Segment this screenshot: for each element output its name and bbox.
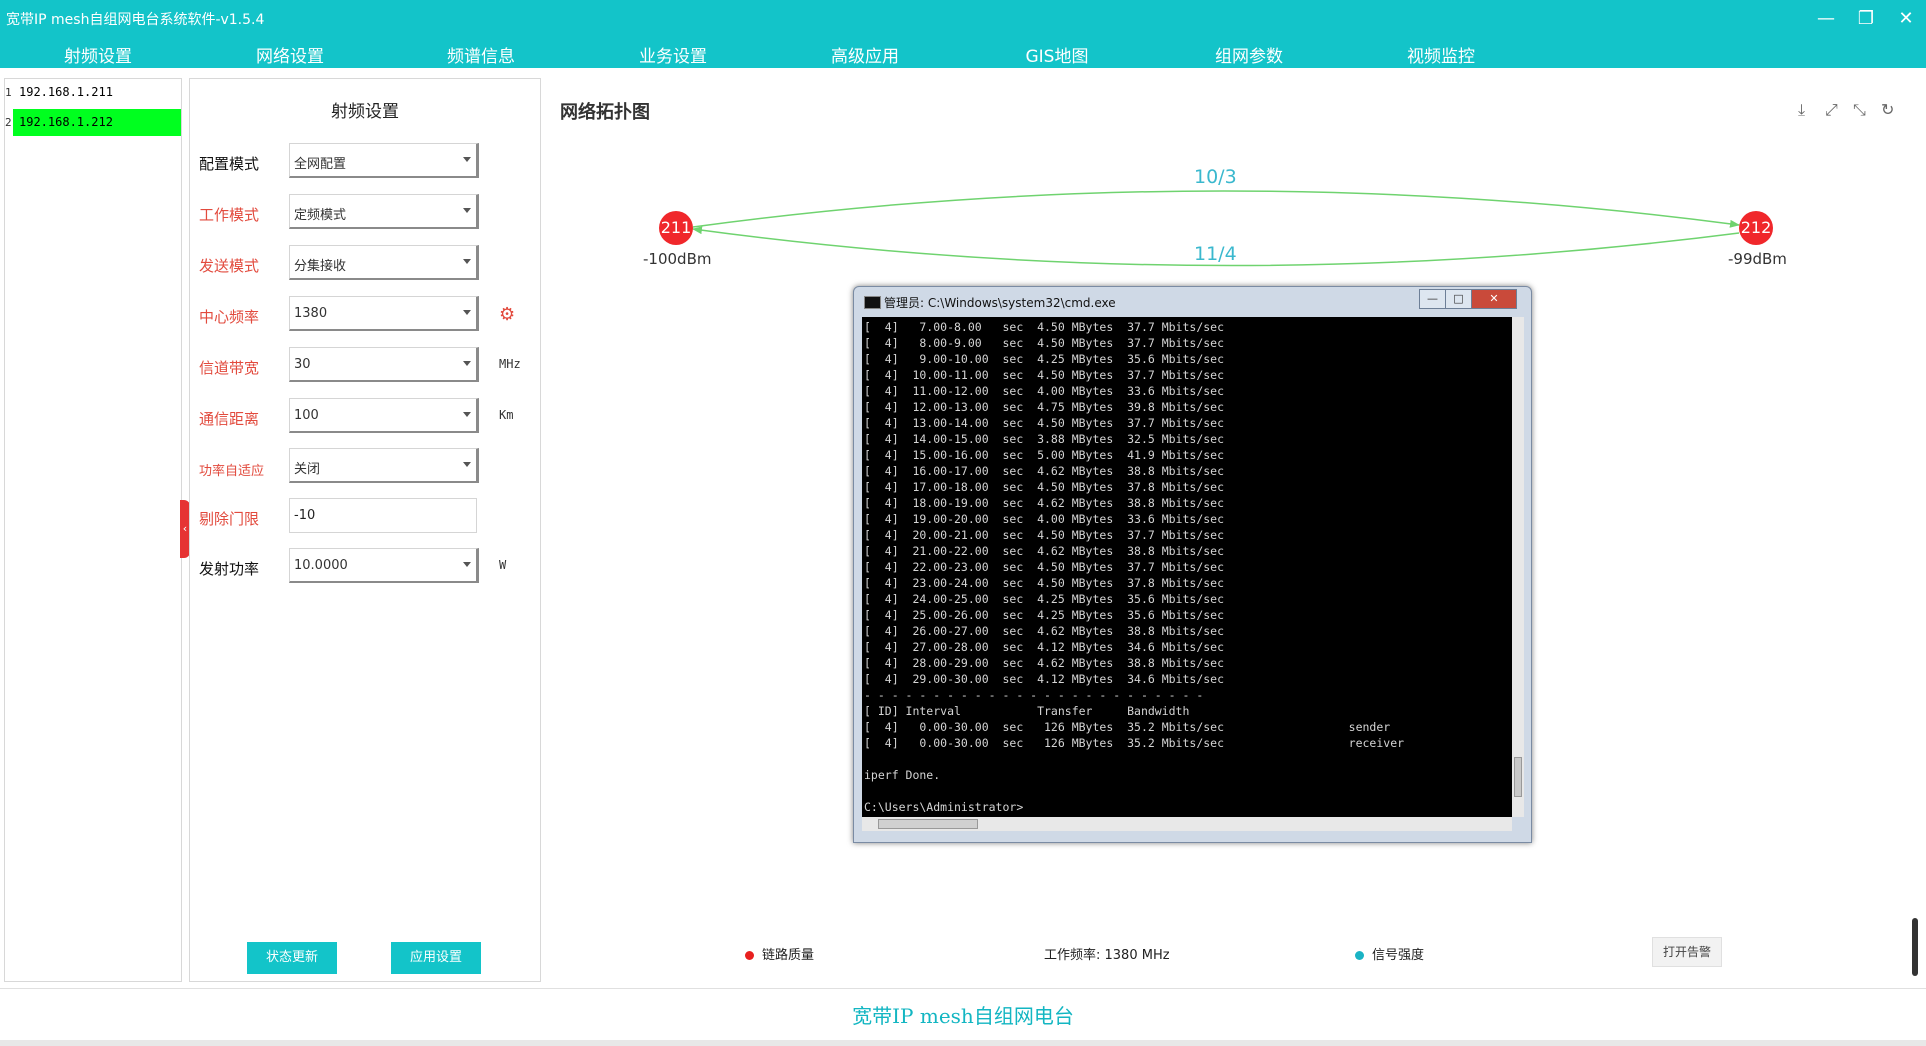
scroll-thumb[interactable] [1514, 757, 1522, 797]
cmd-output-text: [ 4] 7.00-8.00 sec 4.50 MBytes 37.7 Mbit… [864, 320, 1405, 814]
cmd-close-button[interactable]: ✕ [1471, 289, 1517, 309]
cmd-title: 管理员: C:\Windows\system32\cmd.exe [884, 296, 1116, 310]
cmd-vertical-scrollbar[interactable] [1512, 317, 1524, 817]
cmd-icon [864, 296, 881, 309]
node-211-signal: -100dBm [643, 250, 712, 268]
signal-strength-legend: 信号强度 [1355, 944, 1424, 963]
node-212-signal: -99dBm [1728, 250, 1787, 268]
legend-label: 链路质量 [762, 948, 815, 963]
node-212[interactable]: 212 [1739, 211, 1773, 245]
open-alarm-button[interactable]: 打开告警 [1652, 937, 1722, 967]
link-211-to-212 [692, 190, 1740, 228]
bottom-edge [0, 1040, 1926, 1046]
cmd-window[interactable]: 管理员: C:\Windows\system32\cmd.exe — □ ✕ [… [853, 286, 1532, 843]
page-scrollbar[interactable] [1912, 918, 1918, 976]
work-frequency: 工作频率: 1380 MHz [1044, 948, 1170, 963]
scroll-thumb[interactable] [878, 819, 978, 829]
link-label-top: 10/3 [1194, 166, 1237, 188]
link-label-bottom: 11/4 [1194, 243, 1237, 265]
legend-label: 信号强度 [1372, 948, 1425, 963]
cmd-maximize-button[interactable]: □ [1445, 289, 1472, 309]
cmd-horizontal-scrollbar[interactable] [862, 817, 1512, 831]
cmd-output[interactable]: [ 4] 7.00-8.00 sec 4.50 MBytes 37.7 Mbit… [862, 317, 1512, 817]
link-quality-legend: 链路质量 [745, 944, 814, 963]
cmd-title-bar[interactable]: 管理员: C:\Windows\system32\cmd.exe — □ ✕ [854, 287, 1531, 317]
footer-divider [0, 988, 1926, 989]
node-211[interactable]: 211 [659, 211, 693, 245]
footer-text: 宽带IP mesh自组网电台 [852, 1004, 1074, 1028]
red-dot-icon [745, 951, 754, 960]
teal-dot-icon [1355, 951, 1364, 960]
cmd-minimize-button[interactable]: — [1419, 289, 1446, 309]
